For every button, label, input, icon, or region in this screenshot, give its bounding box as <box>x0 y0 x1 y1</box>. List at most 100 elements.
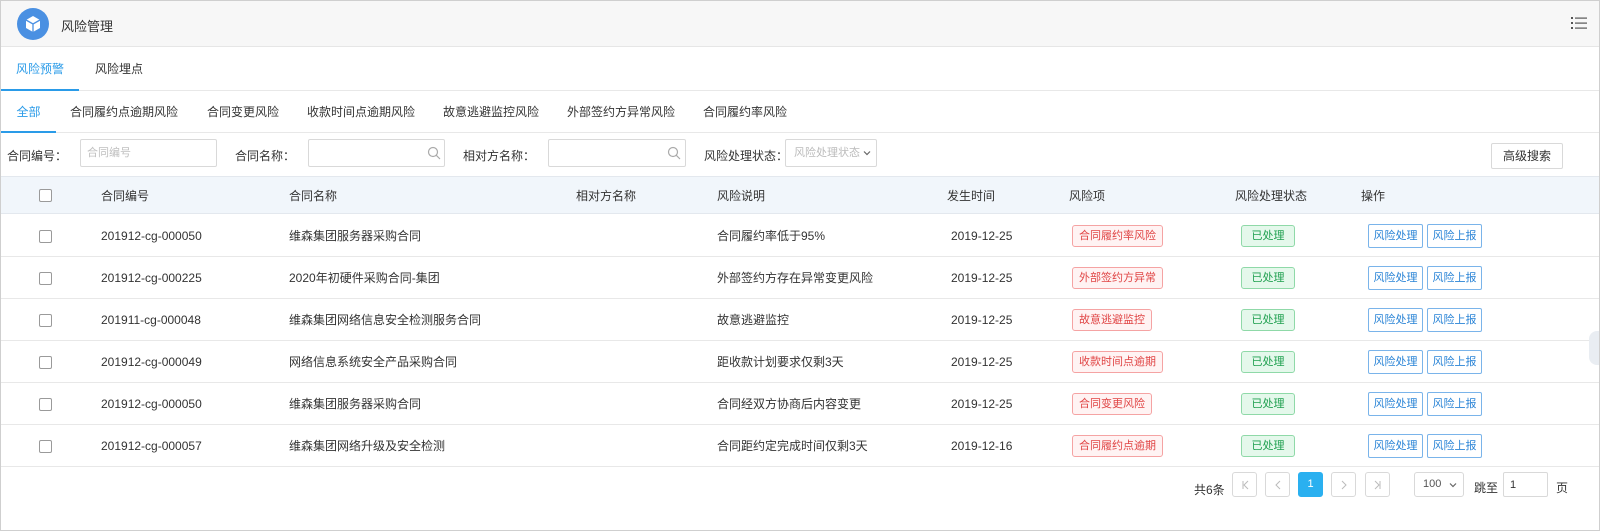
prev-page-icon[interactable] <box>1265 472 1290 497</box>
cube-logo-icon <box>17 8 49 40</box>
table-row: 201912-cg-000050 维森集团服务器采购合同 合同经双方协商后内容变更 2… <box>1 383 1599 425</box>
first-page-icon[interactable] <box>1232 472 1257 497</box>
top-tabs: 风险预警 风险埋点 <box>1 48 1599 91</box>
th-status: 风险处理状态 <box>1235 189 1308 203</box>
pagination: 共6条 1 100 跳至 页 <box>1 466 1599 506</box>
last-page-icon[interactable] <box>1365 472 1390 497</box>
status-badge: 已处理 <box>1241 393 1295 415</box>
th-contract-no: 合同编号 <box>101 189 150 203</box>
cell-contract-no: 201912-cg-000057 <box>101 439 202 453</box>
cell-risk-desc: 合同距约定完成时间仅剩3天 <box>717 439 868 453</box>
cell-contract-name: 维森集团服务器采购合同 <box>289 397 422 411</box>
th-counterparty: 相对方名称 <box>576 189 637 203</box>
subtab-external-party[interactable]: 外部签约方异常风险 <box>563 91 679 133</box>
advanced-search-button[interactable]: 高级搜索 <box>1491 143 1563 169</box>
risk-report-button[interactable]: 风险上报 <box>1427 266 1482 290</box>
contract-no-label: 合同编号： <box>7 149 68 163</box>
counterparty-input[interactable] <box>548 139 686 167</box>
subtab-evade-monitor[interactable]: 故意逃避监控风险 <box>437 91 545 133</box>
status-select[interactable]: 风险处理状态 <box>785 139 877 167</box>
th-risk-desc: 风险说明 <box>717 189 766 203</box>
page-number-button[interactable]: 1 <box>1298 472 1323 497</box>
cell-time: 2019-12-25 <box>951 229 1013 243</box>
table-row: 201912-cg-000049 网络信息系统安全产品采购合同 距收款计划要求仅剩3… <box>1 341 1599 383</box>
th-risk-item: 风险项 <box>1069 189 1106 203</box>
row-checkbox[interactable] <box>39 272 52 285</box>
search-icon[interactable] <box>667 146 681 160</box>
table-row: 201912-cg-000057 维森集团网络升级及安全检测 合同距约定完成时间仅剩… <box>1 425 1599 467</box>
risk-item-tag: 合同履约率风险 <box>1072 225 1163 247</box>
risk-handle-button[interactable]: 风险处理 <box>1368 224 1423 248</box>
contract-no-input[interactable] <box>80 139 217 167</box>
page-size-value: 100 <box>1423 478 1442 490</box>
risk-item-tag: 合同变更风险 <box>1072 393 1152 415</box>
cell-contract-name: 维森集团网络升级及安全检测 <box>289 439 446 453</box>
jump-page-input[interactable] <box>1503 472 1548 497</box>
title-bar: 风险管理 <box>1 1 1599 47</box>
risk-handle-button[interactable]: 风险处理 <box>1368 308 1423 332</box>
cell-contract-no: 201912-cg-000049 <box>101 355 202 369</box>
chevron-down-icon <box>863 151 871 156</box>
row-checkbox[interactable] <box>39 314 52 327</box>
status-badge: 已处理 <box>1241 351 1295 373</box>
cell-contract-no: 201911-cg-000048 <box>101 313 201 327</box>
risk-handle-button[interactable]: 风险处理 <box>1368 434 1423 458</box>
status-badge: 已处理 <box>1241 309 1295 331</box>
cell-contract-name: 维森集团网络信息安全检测服务合同 <box>289 313 482 327</box>
risk-report-button[interactable]: 风险上报 <box>1427 224 1482 248</box>
next-page-icon[interactable] <box>1331 472 1356 497</box>
select-all-checkbox[interactable] <box>39 189 52 202</box>
cell-contract-name: 维森集团服务器采购合同 <box>289 229 422 243</box>
risk-report-button[interactable]: 风险上报 <box>1427 434 1482 458</box>
tab-risk-warning[interactable]: 风险预警 <box>1 48 79 91</box>
cell-time: 2019-12-25 <box>951 355 1013 369</box>
risk-item-tag: 外部签约方异常 <box>1072 267 1163 289</box>
contract-name-input[interactable] <box>308 139 445 167</box>
status-badge: 已处理 <box>1241 225 1295 247</box>
status-select-value: 风险处理状态 <box>794 147 860 159</box>
risk-category-tabs: 全部 合同履约点逾期风险 合同变更风险 收款时间点逾期风险 故意逃避监控风险 外… <box>1 91 1599 133</box>
chevron-down-icon <box>1449 483 1457 488</box>
risk-report-button[interactable]: 风险上报 <box>1427 392 1482 416</box>
cell-risk-desc: 合同履约率低于95% <box>717 229 826 243</box>
risk-handle-button[interactable]: 风险处理 <box>1368 392 1423 416</box>
row-checkbox[interactable] <box>39 398 52 411</box>
risk-report-button[interactable]: 风险上报 <box>1427 308 1482 332</box>
tab-risk-points[interactable]: 风险埋点 <box>83 48 155 91</box>
search-icon[interactable] <box>427 146 441 160</box>
risk-handle-button[interactable]: 风险处理 <box>1368 350 1423 374</box>
cell-contract-name: 网络信息系统安全产品采购合同 <box>289 355 458 369</box>
list-menu-icon[interactable] <box>1571 15 1589 31</box>
risk-report-button[interactable]: 风险上报 <box>1427 350 1482 374</box>
subtab-all[interactable]: 全部 <box>1 91 56 133</box>
cell-contract-name: 2020年初硬件采购合同-集团 <box>289 271 440 285</box>
filter-bar: 合同编号： 合同名称： 相对方名称： 风险处理状态： 风险处理状态 高级搜索 <box>1 133 1599 175</box>
row-checkbox[interactable] <box>39 230 52 243</box>
table-row: 201912-cg-000225 2020年初硬件采购合同-集团 外部签约方存在异常… <box>1 257 1599 299</box>
page-size-select[interactable]: 100 <box>1414 472 1464 497</box>
cell-risk-desc: 合同经双方协商后内容变更 <box>717 397 862 411</box>
subtab-performance-overdue[interactable]: 合同履约点逾期风险 <box>66 91 182 133</box>
table-row: 201912-cg-000050 维森集团服务器采购合同 合同履约率低于95% 201… <box>1 215 1599 257</box>
subtab-change-risk[interactable]: 合同变更风险 <box>199 91 287 133</box>
status-badge: 已处理 <box>1241 435 1295 457</box>
subtab-performance-rate[interactable]: 合同履约率风险 <box>697 91 793 133</box>
cell-contract-no: 201912-cg-000050 <box>101 397 202 411</box>
row-checkbox[interactable] <box>39 356 52 369</box>
app-frame: 风险管理 风险预警 风险埋点 全部 合同履约点逾期风险 合同变更风险 收款时间点… <box>0 0 1600 531</box>
row-checkbox[interactable] <box>39 440 52 453</box>
cell-contract-no: 201912-cg-000225 <box>101 271 202 285</box>
contract-name-label: 合同名称： <box>235 149 296 163</box>
risk-handle-button[interactable]: 风险处理 <box>1368 266 1423 290</box>
cell-contract-no: 201912-cg-000050 <box>101 229 202 243</box>
page-unit-label: 页 <box>1556 481 1569 495</box>
risk-item-tag: 故意逃避监控 <box>1072 309 1152 331</box>
subtab-collection-overdue[interactable]: 收款时间点逾期风险 <box>303 91 419 133</box>
risk-item-tag: 收款时间点逾期 <box>1072 351 1163 373</box>
risk-item-tag: 合同履约点逾期 <box>1072 435 1163 457</box>
status-badge: 已处理 <box>1241 267 1295 289</box>
total-count: 共6条 <box>1194 483 1225 497</box>
status-label: 风险处理状态： <box>704 149 789 163</box>
side-collapse-handle[interactable] <box>1589 331 1599 365</box>
table-row: 201911-cg-000048 维森集团网络信息安全检测服务合同 故意逃避监控 20… <box>1 299 1599 341</box>
